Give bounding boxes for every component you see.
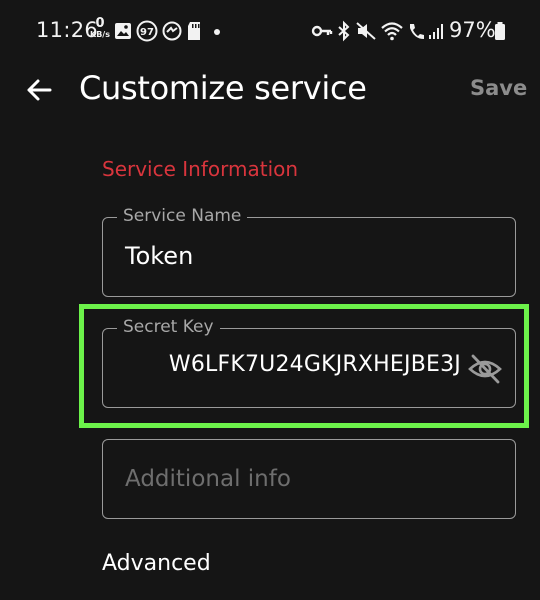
- section-title-service-information: Service Information: [102, 157, 299, 181]
- secret-key-label: Secret Key: [117, 317, 220, 337]
- status-bar: 11:26 0 KB/s 97 97%: [0, 0, 540, 60]
- additional-info-field[interactable]: Additional info: [102, 439, 516, 519]
- service-name-value[interactable]: Token: [125, 242, 193, 270]
- advanced-section-toggle[interactable]: Advanced: [102, 551, 211, 576]
- mute-icon: [356, 22, 376, 40]
- notification-badge-icon: 97: [136, 20, 158, 42]
- secret-key-field[interactable]: Secret Key W6LFK7U24GKJRXHEJBE3J: [102, 317, 516, 408]
- secret-key-value-container[interactable]: W6LFK7U24GKJRXHEJBE3J: [125, 349, 461, 385]
- back-arrow-icon[interactable]: [22, 72, 58, 108]
- network-speed-value: 0: [95, 16, 105, 31]
- secret-key-value[interactable]: W6LFK7U24GKJRXHEJBE3J: [169, 352, 461, 377]
- service-name-field[interactable]: Service Name Token: [102, 206, 516, 297]
- battery-percentage: 97%: [449, 18, 496, 42]
- wifi-icon: [381, 22, 403, 41]
- additional-info-placeholder: Additional info: [125, 466, 291, 492]
- page-title: Customize service: [79, 69, 367, 107]
- battery-icon: [495, 22, 505, 40]
- vpn-key-icon: [311, 25, 333, 37]
- eye-off-icon[interactable]: [467, 351, 503, 387]
- bluetooth-icon: [338, 20, 350, 42]
- more-notifications-dot-icon: [214, 29, 220, 35]
- gallery-icon: [115, 23, 131, 39]
- network-speed-unit: KB/s: [90, 30, 110, 39]
- notification-badge-count: 97: [140, 27, 154, 38]
- sd-card-icon: [188, 22, 200, 40]
- save-button[interactable]: Save: [470, 76, 527, 100]
- cell-signal-icon: [429, 24, 443, 39]
- wifi-calling-icon: [410, 24, 424, 39]
- service-name-label: Service Name: [117, 206, 248, 226]
- sync-icon: [162, 21, 182, 41]
- network-speed-indicator: 0 KB/s: [88, 16, 112, 40]
